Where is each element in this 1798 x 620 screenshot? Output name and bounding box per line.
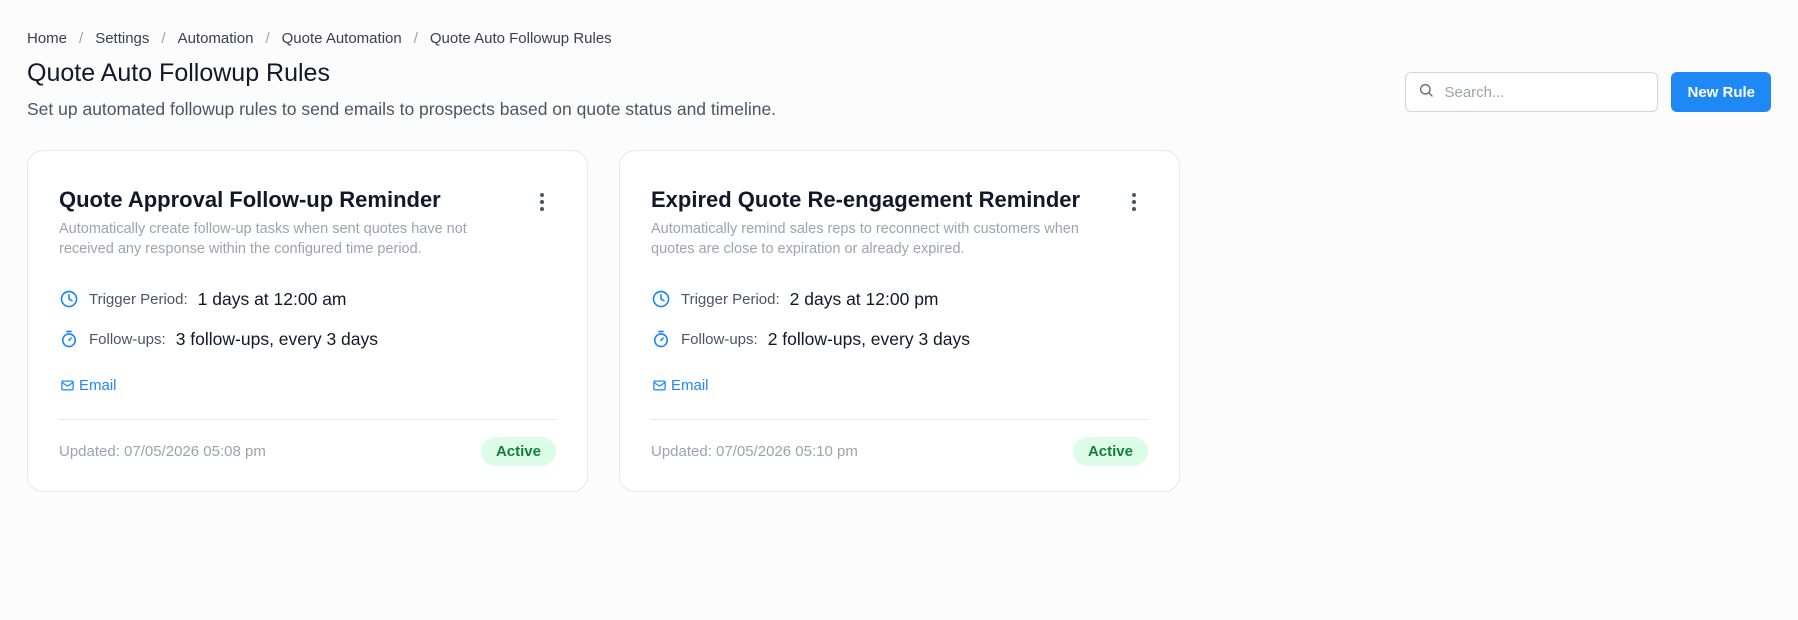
rule-cards: Quote Approval Follow-up Reminder Automa…	[27, 150, 1771, 492]
rule-card[interactable]: Quote Approval Follow-up Reminder Automa…	[27, 150, 588, 492]
trigger-period-value: 1 days at 12:00 am	[197, 288, 347, 309]
rule-card[interactable]: Expired Quote Re-engagement Reminder Aut…	[619, 150, 1180, 492]
rule-meta: Trigger Period: 2 days at 12:00 pm Follo…	[651, 279, 1148, 359]
breadcrumb-separator: /	[79, 29, 84, 47]
header-actions: New Rule	[1405, 72, 1771, 112]
search-box[interactable]	[1405, 72, 1659, 112]
new-rule-button[interactable]: New Rule	[1671, 72, 1771, 112]
breadcrumb-current: Quote Auto Followup Rules	[429, 29, 612, 47]
followups-value: 2 follow-ups, every 3 days	[767, 328, 971, 349]
clock-icon	[651, 289, 671, 309]
page: Home / Settings / Automation / Quote Aut…	[0, 0, 1798, 620]
page-header: Quote Auto Followup Rules Set up automat…	[27, 58, 1771, 120]
rule-description: Automatically create follow-up tasks whe…	[59, 221, 467, 257]
card-footer: Updated: 07/05/2026 05:10 pm Active	[651, 420, 1148, 482]
stopwatch-icon	[651, 329, 671, 349]
updated-timestamp: Updated: 07/05/2026 05:08 pm	[59, 442, 266, 460]
trigger-period-label: Trigger Period:	[681, 290, 780, 308]
status-badge: Active	[480, 436, 556, 466]
channel-email[interactable]: Email	[651, 375, 1148, 395]
breadcrumb-separator: /	[265, 29, 270, 47]
channel-label: Email	[79, 376, 117, 394]
channel-email[interactable]: Email	[59, 375, 556, 395]
clock-icon	[59, 289, 79, 309]
search-input[interactable]	[1444, 83, 1645, 101]
header-text: Quote Auto Followup Rules Set up automat…	[27, 58, 776, 120]
card-header: Quote Approval Follow-up Reminder	[59, 187, 556, 215]
rule-description: Automatically remind sales reps to recon…	[651, 221, 1079, 257]
updated-timestamp: Updated: 07/05/2026 05:10 pm	[651, 442, 858, 460]
breadcrumb-automation[interactable]: Automation	[178, 30, 254, 47]
page-title: Quote Auto Followup Rules	[27, 59, 330, 87]
page-subtitle: Set up automated followup rules to send …	[27, 99, 777, 119]
breadcrumb-settings[interactable]: Settings	[95, 30, 149, 47]
breadcrumb: Home / Settings / Automation / Quote Aut…	[27, 0, 1771, 48]
mail-icon	[59, 375, 75, 395]
card-footer: Updated: 07/05/2026 05:08 pm Active	[59, 420, 556, 482]
followups-row: Follow-ups: 3 follow-ups, every 3 days	[59, 319, 556, 359]
followups-label: Follow-ups:	[681, 330, 758, 348]
breadcrumb-home[interactable]: Home	[27, 30, 67, 47]
mail-icon	[651, 375, 667, 395]
trigger-period-value: 2 days at 12:00 pm	[789, 288, 939, 309]
trigger-period-row: Trigger Period: 2 days at 12:00 pm	[651, 279, 1148, 319]
followups-value: 3 follow-ups, every 3 days	[175, 328, 379, 349]
followups-label: Follow-ups:	[89, 330, 166, 348]
trigger-period-label: Trigger Period:	[89, 290, 188, 308]
trigger-period-row: Trigger Period: 1 days at 12:00 am	[59, 279, 556, 319]
rule-meta: Trigger Period: 1 days at 12:00 am Follo…	[59, 279, 556, 359]
breadcrumb-separator: /	[413, 29, 418, 47]
rule-title[interactable]: Quote Approval Follow-up Reminder	[59, 187, 441, 213]
card-header: Expired Quote Re-engagement Reminder	[651, 187, 1148, 215]
followups-row: Follow-ups: 2 follow-ups, every 3 days	[651, 319, 1148, 359]
breadcrumb-separator: /	[161, 29, 166, 47]
channel-label: Email	[671, 376, 709, 394]
more-vertical-icon[interactable]	[1124, 189, 1144, 215]
rule-title[interactable]: Expired Quote Re-engagement Reminder	[651, 187, 1080, 213]
search-icon	[1418, 82, 1434, 103]
breadcrumb-quote-automation[interactable]: Quote Automation	[282, 30, 402, 47]
more-vertical-icon[interactable]	[532, 189, 552, 215]
status-badge: Active	[1072, 436, 1148, 466]
stopwatch-icon	[59, 329, 79, 349]
